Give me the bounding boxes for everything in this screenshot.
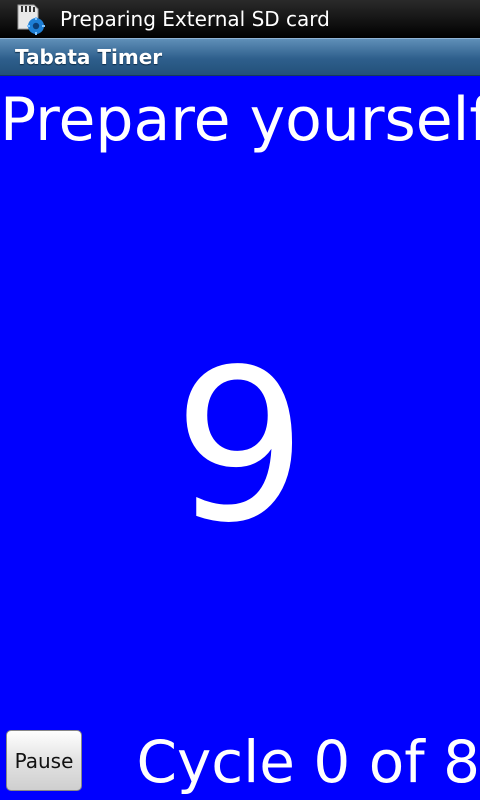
pause-button[interactable]: Pause	[6, 730, 82, 791]
app-title-bar: Tabata Timer	[0, 38, 480, 76]
timer-screen: Prepare yourself 9 Pause Cycle 0 of 8	[0, 76, 480, 800]
countdown-value: 9	[173, 324, 307, 569]
phase-label: Prepare yourself	[0, 85, 480, 155]
status-bar: Preparing External SD card	[0, 0, 480, 38]
sd-card-settings-icon	[14, 3, 48, 35]
app-title: Tabata Timer	[15, 45, 163, 69]
cycle-label: Cycle 0 of 8	[136, 728, 480, 796]
notification-text: Preparing External SD card	[60, 7, 330, 31]
